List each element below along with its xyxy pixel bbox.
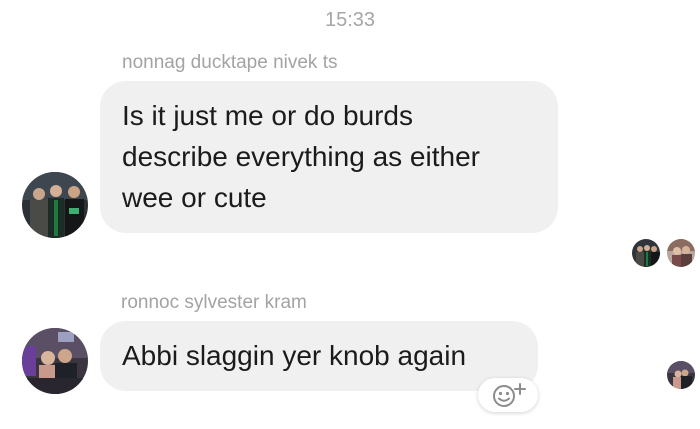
message-text-line: describe everything as either xyxy=(122,141,480,172)
read-receipt-photo-icon xyxy=(632,239,660,267)
message-text-line: Abbi slaggin yer knob again xyxy=(122,340,467,371)
message-text-line: wee or cute xyxy=(122,182,267,213)
message-bubble[interactable]: Is it just me or do burds describe every… xyxy=(100,81,558,233)
add-reaction-button[interactable] xyxy=(478,378,538,412)
sender-avatar[interactable] xyxy=(22,172,88,238)
avatar-photo-icon xyxy=(22,172,88,238)
read-receipt-photo-icon xyxy=(667,239,695,267)
avatar-photo-icon xyxy=(22,328,88,394)
message-sender-name: nonnag ducktape nivek ts xyxy=(122,52,338,73)
read-receipt-avatar xyxy=(632,239,660,267)
sender-avatar[interactable] xyxy=(22,328,88,394)
read-receipt-avatar xyxy=(667,239,695,267)
read-receipt-avatar xyxy=(667,361,695,389)
chat-timestamp: 15:33 xyxy=(324,9,376,31)
smiley-plus-icon xyxy=(493,383,526,407)
read-receipt-photo-icon xyxy=(667,361,695,389)
message-bubble[interactable]: Abbi slaggin yer knob again xyxy=(100,321,538,391)
message-text-line: Is it just me or do burds xyxy=(122,100,414,131)
message-sender-name: ronnoc sylvester kram xyxy=(121,292,307,313)
